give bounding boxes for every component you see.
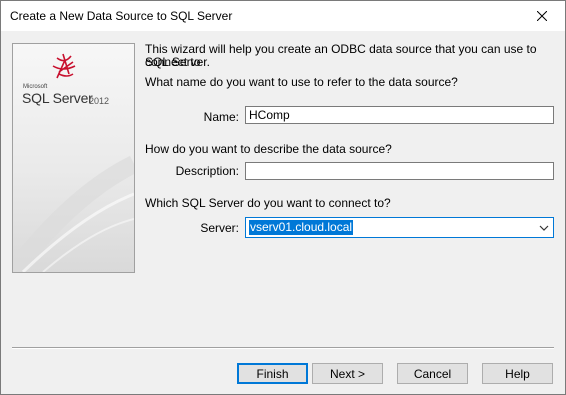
window-title: Create a New Data Source to SQL Server [10,9,233,23]
server-value[interactable]: vserv01.cloud.local [249,220,354,235]
close-icon [537,11,547,21]
cancel-button[interactable]: Cancel [397,363,468,384]
finish-button[interactable]: Finish [237,363,308,384]
chevron-down-icon[interactable] [539,223,549,233]
intro-line-2: SQL Server. [145,55,210,69]
name-input[interactable] [245,106,554,124]
button-separator [12,347,554,349]
next-button[interactable]: Next > [312,363,383,384]
description-question: How do you want to describe the data sou… [145,142,392,156]
logo-year-text: 2012 [89,96,110,106]
name-question: What name do you want to use to refer to… [145,75,458,89]
help-button[interactable]: Help [482,363,553,384]
server-label: Server: [200,221,239,235]
description-label: Description: [175,164,239,178]
sql-server-logo-icon [13,53,134,272]
close-button[interactable] [519,1,565,31]
sql-server-logo-panel: Microsoft SQL Server 2012 [12,43,135,273]
server-question: Which SQL Server do you want to connect … [145,196,391,210]
server-combobox[interactable]: vserv01.cloud.local [245,217,554,238]
description-input[interactable] [245,162,554,180]
dialog-window: Create a New Data Source to SQL Server M… [0,0,566,395]
title-bar[interactable]: Create a New Data Source to SQL Server [1,1,565,31]
name-label: Name: [203,110,239,124]
logo-product-text: SQL Server [22,90,93,106]
